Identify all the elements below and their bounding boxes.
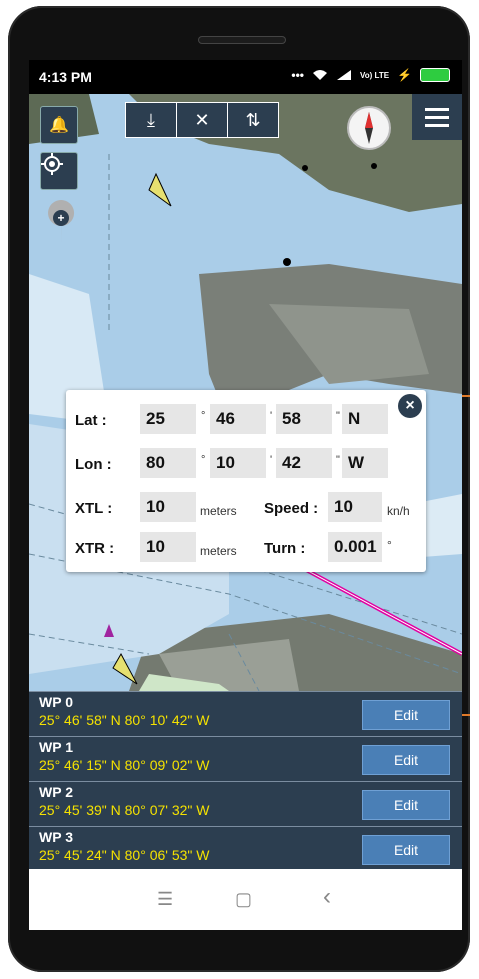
status-time: 4:13 PM xyxy=(39,69,92,85)
xtl-label: XTL : xyxy=(75,500,113,517)
route-toolbar: ⤓ ✕ ⇅ xyxy=(125,102,279,138)
xtr-label: XTR : xyxy=(75,540,115,557)
status-icons: ••• Vo) LTE ⚡ xyxy=(291,68,450,82)
lon-min-input[interactable]: 10 xyxy=(210,448,266,478)
waypoint-name: WP 0 xyxy=(39,694,73,710)
lon-sec-input[interactable]: 42 xyxy=(276,448,332,478)
more-dots-icon: ••• xyxy=(291,68,305,82)
back-button[interactable]: ‹ xyxy=(323,883,331,911)
lat-deg-input[interactable]: 25 xyxy=(140,404,196,434)
list-item[interactable]: WP 3 25° 45' 24" N 80° 06' 53" W Edit xyxy=(29,826,462,871)
speed-input[interactable]: 10 xyxy=(328,492,382,522)
battery-icon xyxy=(420,68,450,82)
lon-sec-symbol: " xyxy=(336,454,340,466)
speed-unit: kn/h xyxy=(387,504,410,518)
crosshair-icon xyxy=(41,153,63,175)
add-waypoint-pin[interactable] xyxy=(47,204,75,244)
edit-button[interactable]: Edit xyxy=(362,700,450,730)
lon-label: Lon : xyxy=(75,456,112,473)
map-view[interactable]: + 🔔 ⤓ ✕ ⇅ S × Lat : 25 ° 46 xyxy=(29,94,462,691)
edit-button[interactable]: Edit xyxy=(362,835,450,865)
lat-hemi-input[interactable]: N xyxy=(342,404,388,434)
alarm-button[interactable]: 🔔 xyxy=(40,106,78,144)
route-download-icon: ⤓ xyxy=(147,109,155,130)
speaker-grill xyxy=(198,36,286,44)
route-sort-button[interactable]: ⇅ xyxy=(228,103,278,137)
lat-min-input[interactable]: 46 xyxy=(210,404,266,434)
bell-icon: 🔔 xyxy=(49,117,69,134)
waypoint-name: WP 3 xyxy=(39,829,73,845)
signal-icon xyxy=(337,70,352,80)
xtr-unit: meters xyxy=(200,544,237,558)
waypoint-detail-popup: × Lat : 25 ° 46 ' 58 " N Lon : 80 ° 10 '… xyxy=(66,390,426,572)
route-delete-icon: ✕ xyxy=(194,109,210,130)
lat-sec-input[interactable]: 58 xyxy=(276,404,332,434)
waypoint-coord: 25° 46' 15" N 80° 09' 02" W xyxy=(39,757,210,773)
compass-button[interactable] xyxy=(347,106,391,150)
recents-button[interactable]: ☰ xyxy=(157,889,173,910)
waypoint-coord: 25° 45' 24" N 80° 06' 53" W xyxy=(39,847,210,863)
lon-min-symbol: ' xyxy=(270,454,273,466)
status-bar: 4:13 PM ••• Vo) LTE ⚡ xyxy=(29,60,462,94)
home-button[interactable]: ▢ xyxy=(235,889,252,910)
lat-label: Lat : xyxy=(75,412,107,429)
waypoint-coord: 25° 45' 39" N 80° 07' 32" W xyxy=(39,802,210,818)
waypoint-coord: 25° 46' 58" N 80° 10' 42" W xyxy=(39,712,210,728)
compass-icon xyxy=(365,112,373,144)
route-sort-icon: ⇅ xyxy=(245,109,261,130)
close-icon: × xyxy=(405,397,415,414)
xtl-unit: meters xyxy=(200,504,237,518)
lon-deg-input[interactable]: 80 xyxy=(140,448,196,478)
network-label: Vo) LTE xyxy=(360,70,390,80)
waypoint-name: WP 1 xyxy=(39,739,73,755)
screen: 4:13 PM ••• Vo) LTE ⚡ + 🔔 ⤓ ✕ ⇅ × Lat: … xyxy=(29,60,462,930)
xtl-input[interactable]: 10 xyxy=(140,492,196,522)
waypoint-name: WP 2 xyxy=(39,784,73,800)
waypoint-list: WP 0 25° 46' 58" N 80° 10' 42" W Edit WP… xyxy=(29,691,462,869)
turn-input[interactable]: 0.001 xyxy=(328,532,382,562)
list-item[interactable]: WP 2 25° 45' 39" N 80° 07' 32" W Edit xyxy=(29,781,462,826)
wifi-icon xyxy=(313,70,328,80)
locate-button[interactable] xyxy=(40,152,78,190)
hamburger-icon xyxy=(425,107,449,111)
menu-button[interactable] xyxy=(412,94,462,140)
list-item[interactable]: WP 1 25° 46' 15" N 80° 09' 02" W Edit xyxy=(29,736,462,781)
lon-hemi-input[interactable]: W xyxy=(342,448,388,478)
speed-label: Speed : xyxy=(264,500,319,517)
route-download-button[interactable]: ⤓ xyxy=(126,103,177,137)
lat-min-symbol: ' xyxy=(270,410,273,422)
lon-deg-symbol: ° xyxy=(201,454,206,466)
edit-button[interactable]: Edit xyxy=(362,790,450,820)
android-nav-bar: ☰ ▢ ‹ xyxy=(29,869,462,930)
charging-icon: ⚡ xyxy=(397,68,412,82)
xtr-input[interactable]: 10 xyxy=(140,532,196,562)
list-item[interactable]: WP 0 25° 46' 58" N 80° 10' 42" W Edit xyxy=(29,691,462,736)
turn-label: Turn : xyxy=(264,540,306,557)
edit-button[interactable]: Edit xyxy=(362,745,450,775)
lat-sec-symbol: " xyxy=(336,410,340,422)
turn-unit: ° xyxy=(387,538,392,552)
route-delete-button[interactable]: ✕ xyxy=(177,103,228,137)
lat-deg-symbol: ° xyxy=(201,410,206,422)
close-popup-button[interactable]: × xyxy=(398,394,422,418)
